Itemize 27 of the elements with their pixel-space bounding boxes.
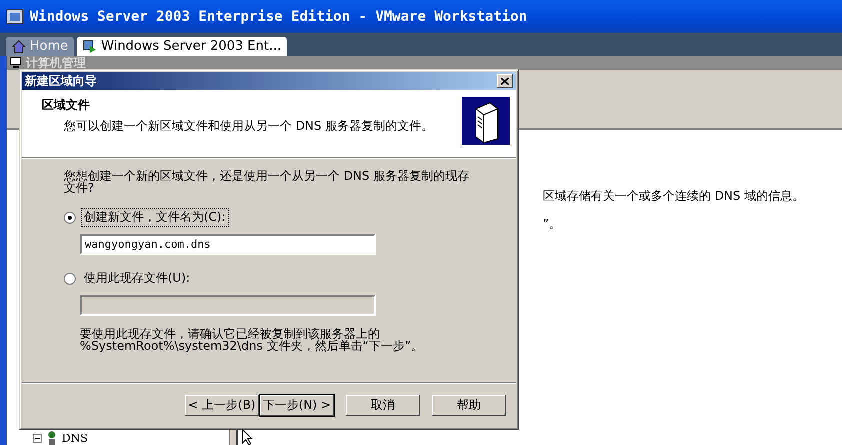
question-text: 您想创建一个新的区域文件，还是使用一个从另一个 DNS 服务器复制的现存文件? [64, 170, 470, 194]
page-heading: 区域文件 [42, 97, 91, 114]
close-button[interactable] [497, 74, 513, 88]
vm-icon [83, 40, 98, 54]
wizard-button[interactable]: 取消 [346, 394, 420, 416]
dialog-title: 新建区域向导 [25, 72, 97, 90]
vm-window-icon [6, 8, 24, 26]
detail-text: ”。 [543, 216, 562, 233]
page-subtitle: 您可以创建一个新区域文件和使用从另一个 DNS 服务器复制的文件。 [63, 118, 434, 135]
detail-text: 区域存储有关一个或多个连续的 DNS 域的信息。 [543, 188, 806, 205]
server-icon [462, 97, 510, 145]
home-icon [12, 40, 26, 54]
wizard-button[interactable]: < 上一步(B) [185, 394, 259, 416]
radio-label[interactable]: 创建新文件，文件名为(C): [81, 208, 229, 227]
computer-icon [10, 57, 22, 69]
console-title: 计算机管理 [26, 54, 86, 72]
tree-item[interactable]: DNS [33, 431, 229, 445]
dns-server-icon [46, 431, 58, 445]
close-icon [501, 78, 509, 84]
wizard-button[interactable]: 下一步(N) > [260, 394, 334, 416]
window-title: Windows Server 2003 Enterprise Edition - VMware Workstation [30, 8, 528, 24]
collapse-icon [33, 434, 42, 442]
wizard-button[interactable]: 帮助 [432, 394, 506, 416]
radio-button[interactable] [64, 212, 76, 224]
tab[interactable]: Windows Server 2003 Ent... [77, 37, 288, 56]
note-text: 要使用此现存文件，请确认它已经被复制到该服务器上的 %SystemRoot%\system32\dns 文件夹，然后单击“下一步”。 [80, 328, 424, 352]
file-name-field[interactable]: wangyongyan.com.dns [80, 234, 376, 255]
